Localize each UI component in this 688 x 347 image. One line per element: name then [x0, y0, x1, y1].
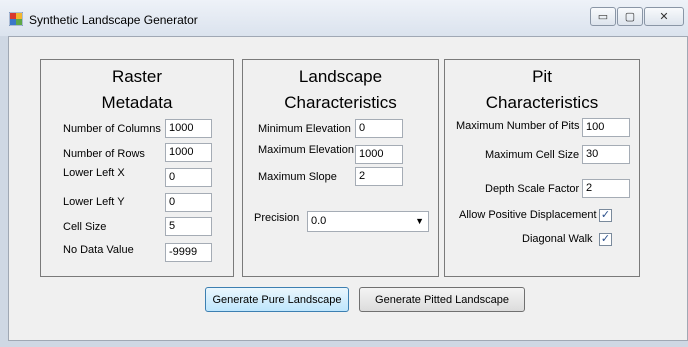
raster-title-line2: Metadata: [101, 93, 173, 112]
raster-metadata-panel: Raster Metadata Number of Columns 1000 N…: [40, 59, 234, 277]
label-depth-scale-factor: Depth Scale Factor: [485, 183, 580, 195]
number-of-rows-input[interactable]: 1000: [165, 143, 212, 162]
label-no-data-value: No Data Value: [63, 244, 134, 256]
checkmark-icon: ✓: [600, 233, 611, 245]
maximum-elevation-input[interactable]: 1000: [355, 145, 403, 164]
minimize-icon: ▭: [597, 11, 609, 23]
cell-size-input[interactable]: 5: [165, 217, 212, 236]
label-precision: Precision: [254, 212, 300, 224]
maximum-slope-input[interactable]: 2: [355, 167, 403, 186]
label-number-of-columns: Number of Columns: [63, 123, 161, 135]
pit-title-line1: Pit: [532, 67, 552, 86]
window-title: Synthetic Landscape Generator: [29, 13, 198, 27]
maximum-number-of-pits-input[interactable]: 100: [582, 118, 630, 137]
label-cell-size: Cell Size: [63, 221, 107, 233]
number-of-columns-input[interactable]: 1000: [165, 119, 212, 138]
no-data-value-input[interactable]: -9999: [165, 243, 212, 262]
title-bar[interactable]: Synthetic Landscape Generator ▭ ▢ ✕: [0, 0, 688, 36]
minimize-button[interactable]: ▭: [590, 7, 616, 26]
precision-value: 0.0: [311, 215, 327, 227]
lower-left-x-input[interactable]: 0: [165, 168, 212, 187]
app-icon: [9, 12, 23, 26]
checkmark-icon: ✓: [600, 209, 611, 221]
maximum-cell-size-input[interactable]: 30: [582, 145, 630, 164]
minimum-elevation-input[interactable]: 0: [355, 119, 403, 138]
label-maximum-cell-size: Maximum Cell Size: [485, 149, 580, 161]
maximize-icon: ▢: [624, 11, 636, 23]
close-icon: ✕: [659, 11, 669, 23]
landscape-title-line2: Characteristics: [284, 93, 397, 112]
generate-pitted-landscape-button[interactable]: Generate Pitted Landscape: [359, 287, 525, 312]
label-maximum-elevation: Maximum Elevation: [258, 144, 354, 156]
label-diagonal-walk: Diagonal Walk: [522, 233, 593, 245]
allow-positive-displacement-checkbox[interactable]: ✓: [599, 209, 612, 222]
label-lower-left-x: Lower Left X: [63, 167, 125, 179]
pit-characteristics-panel: Pit Characteristics Maximum Number of Pi…: [444, 59, 640, 277]
chevron-down-icon: ▼: [415, 216, 424, 226]
landscape-characteristics-panel: Landscape Characteristics Minimum Elevat…: [242, 59, 439, 277]
label-lower-left-y: Lower Left Y: [63, 196, 125, 208]
depth-scale-factor-input[interactable]: 2: [582, 179, 630, 198]
label-allow-positive-displacement: Allow Positive Displacement: [459, 209, 597, 221]
raster-title-line1: Raster: [111, 67, 163, 86]
precision-dropdown[interactable]: 0.0 ▼: [307, 211, 429, 232]
diagonal-walk-checkbox[interactable]: ✓: [599, 233, 612, 246]
pit-title-line2: Characteristics: [485, 93, 599, 112]
client-area: Raster Metadata Number of Columns 1000 N…: [8, 36, 688, 341]
landscape-title-line1: Landscape: [298, 67, 383, 86]
label-minimum-elevation: Minimum Elevation: [258, 123, 351, 135]
label-maximum-number-of-pits: Maximum Number of Pits: [456, 120, 580, 132]
maximize-button[interactable]: ▢: [617, 7, 643, 26]
label-maximum-slope: Maximum Slope: [258, 171, 337, 183]
close-button[interactable]: ✕: [644, 7, 684, 26]
generate-pure-landscape-button[interactable]: Generate Pure Landscape: [205, 287, 349, 312]
label-number-of-rows: Number of Rows: [63, 148, 145, 160]
app-window: Synthetic Landscape Generator ▭ ▢ ✕ Rast…: [0, 0, 688, 347]
lower-left-y-input[interactable]: 0: [165, 193, 212, 212]
